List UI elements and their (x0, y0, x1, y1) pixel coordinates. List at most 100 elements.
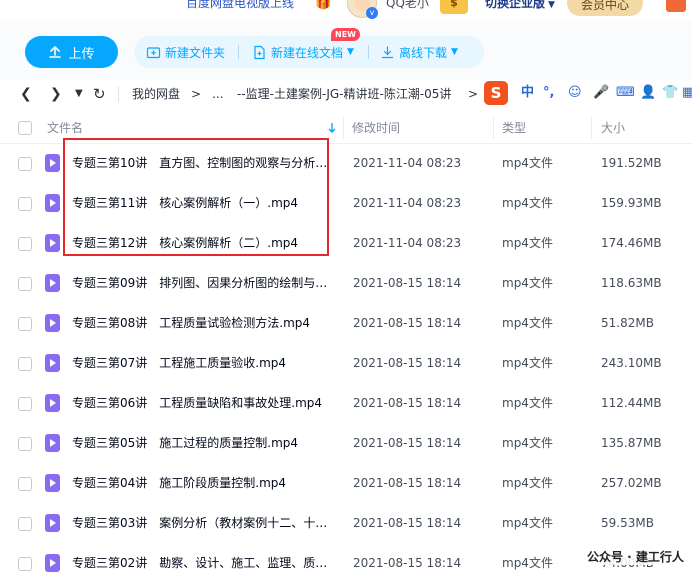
user-icon[interactable]: 👤 (640, 84, 656, 102)
download-icon (381, 45, 394, 58)
keyboard-icon[interactable]: ⌨ (616, 84, 635, 102)
toolbar: 上传 新建文件夹 新建在线文档 ▼ NEW 离线下载 ▼ (0, 20, 692, 80)
row-checkbox[interactable] (18, 357, 32, 371)
gift-box-icon[interactable] (666, 0, 686, 12)
file-type: mp4文件 (502, 236, 553, 250)
table-row[interactable]: 专题三第05讲 施工过程的质量控制.mp4 2021-08-15 18:14 m… (0, 423, 692, 463)
row-checkbox[interactable] (18, 277, 32, 291)
table-row[interactable]: 专题三第03讲 案例分析（教材案例十二、十三）.mp4 2021-08-15 1… (0, 503, 692, 543)
new-online-doc-label: 新建在线文档 (271, 45, 344, 60)
offline-download-label: 离线下载 (399, 45, 448, 60)
new-doc-icon (254, 45, 265, 59)
breadcrumb-ellipsis[interactable]: ... (212, 85, 223, 103)
sogou-logo-icon[interactable]: S (484, 81, 508, 105)
file-size: 112.44MB (601, 396, 662, 410)
file-name[interactable]: 专题三第09讲 排列图、因果分析图的绘制与应用.mp4 (72, 263, 330, 303)
ime-mode-toggle[interactable]: 中 (521, 84, 534, 102)
table-row[interactable]: 专题三第08讲 工程质量试验检测方法.mp4 2021-08-15 18:14 … (0, 303, 692, 343)
column-divider[interactable] (343, 117, 344, 139)
column-header-type[interactable]: 类型 (502, 113, 526, 143)
new-folder-button[interactable]: 新建文件夹 (146, 36, 225, 68)
upload-button[interactable]: 上传 (25, 36, 118, 68)
highlight-box (63, 138, 329, 256)
forward-icon[interactable]: ❯ (50, 84, 62, 104)
switch-enterprise-label: 切换企业版 (485, 0, 546, 10)
file-size: 135.87MB (601, 436, 662, 450)
row-checkbox[interactable] (18, 237, 32, 251)
back-icon[interactable]: ❮ (20, 84, 32, 104)
grid-icon[interactable]: ▦ (682, 84, 692, 102)
upload-icon (49, 46, 62, 58)
chevron-down-icon[interactable]: ▼ (347, 47, 354, 57)
video-file-icon (45, 554, 60, 572)
ime-punctuation-toggle[interactable]: °, (543, 84, 554, 102)
video-file-icon (45, 394, 60, 412)
sort-down-icon[interactable] (328, 122, 336, 134)
coin-icon[interactable]: $ (440, 0, 468, 14)
row-checkbox[interactable] (18, 437, 32, 451)
vip-center-button[interactable]: 会员中心 (567, 0, 643, 16)
file-name[interactable]: 专题三第02讲 勘察、设计、施工、监理、质量.mp4 (72, 543, 330, 583)
file-modified: 2021-08-15 18:14 (353, 556, 462, 570)
file-modified: 2021-08-15 18:14 (353, 276, 462, 290)
promo-link[interactable]: 百度网盘电视版上线 (186, 0, 294, 11)
file-modified: 2021-11-04 08:23 (353, 196, 462, 210)
chevron-down-icon[interactable]: ▼ (451, 47, 458, 57)
breadcrumb-root[interactable]: 我的网盘 (132, 85, 180, 103)
row-checkbox[interactable] (18, 557, 32, 571)
file-name[interactable]: 专题三第06讲 工程质量缺陷和事故处理.mp4 (72, 383, 330, 423)
column-header-size[interactable]: 大小 (601, 113, 625, 143)
offline-download-button[interactable]: 离线下载 ▼ (380, 36, 458, 68)
file-name[interactable]: 专题三第07讲 工程施工质量验收.mp4 (72, 343, 330, 383)
select-all-checkbox[interactable] (18, 121, 32, 135)
row-checkbox[interactable] (18, 397, 32, 411)
gift-icon[interactable]: 🎁 (315, 0, 331, 11)
table-row[interactable]: 专题三第06讲 工程质量缺陷和事故处理.mp4 2021-08-15 18:14… (0, 383, 692, 423)
file-type: mp4文件 (502, 156, 553, 170)
new-badge: NEW (331, 28, 360, 41)
top-strip: 百度网盘电视版上线 🎁 v QQ老小 $ 切换企业版 ▼ 会员中心 (0, 0, 692, 20)
column-divider[interactable] (493, 117, 494, 139)
row-checkbox[interactable] (18, 477, 32, 491)
dropdown-icon[interactable]: ▼ (75, 84, 83, 104)
toolbar-divider (368, 45, 369, 59)
file-name[interactable]: 专题三第08讲 工程质量试验检测方法.mp4 (72, 303, 330, 343)
video-file-icon (45, 194, 60, 212)
file-size: 159.93MB (601, 196, 662, 210)
file-name[interactable]: 专题三第03讲 案例分析（教材案例十二、十三）.mp4 (72, 503, 330, 543)
ime-toolbar: S 中 °, ☺ 🎤 ⌨ 👤 👕 ▦ (480, 80, 692, 108)
file-name[interactable]: 专题三第04讲 施工阶段质量控制.mp4 (72, 463, 330, 503)
file-type: mp4文件 (502, 436, 553, 450)
emoji-icon[interactable]: ☺ (568, 84, 582, 102)
row-checkbox[interactable] (18, 517, 32, 531)
column-header-modified[interactable]: 修改时间 (352, 113, 400, 143)
file-size: 59.53MB (601, 516, 654, 530)
file-modified: 2021-11-04 08:23 (353, 236, 462, 250)
table-row[interactable]: 专题三第07讲 工程施工质量验收.mp4 2021-08-15 18:14 mp… (0, 343, 692, 383)
video-file-icon (45, 274, 60, 292)
breadcrumb-separator: > (468, 87, 479, 101)
video-file-icon (45, 234, 60, 252)
folder-plus-icon (146, 46, 161, 58)
row-checkbox[interactable] (18, 317, 32, 331)
skin-shirt-icon[interactable]: 👕 (662, 84, 678, 102)
file-type: mp4文件 (502, 556, 553, 570)
file-size: 118.63MB (601, 276, 662, 290)
row-checkbox[interactable] (18, 197, 32, 211)
username[interactable]: QQ老小 (386, 0, 429, 11)
file-type: mp4文件 (502, 356, 553, 370)
table-row[interactable]: 专题三第04讲 施工阶段质量控制.mp4 2021-08-15 18:14 mp… (0, 463, 692, 503)
row-checkbox[interactable] (18, 157, 32, 171)
nav-divider (118, 86, 119, 102)
chevron-down-icon: ▼ (548, 0, 555, 10)
table-row[interactable]: 专题三第09讲 排列图、因果分析图的绘制与应用.mp4 2021-08-15 1… (0, 263, 692, 303)
file-name[interactable]: 专题三第05讲 施工过程的质量控制.mp4 (72, 423, 330, 463)
file-modified: 2021-08-15 18:14 (353, 436, 462, 450)
column-divider[interactable] (591, 117, 592, 139)
file-type: mp4文件 (502, 396, 553, 410)
switch-enterprise-link[interactable]: 切换企业版 ▼ (485, 0, 555, 11)
file-modified: 2021-08-15 18:14 (353, 316, 462, 330)
refresh-icon[interactable]: ↻ (93, 84, 106, 104)
microphone-icon[interactable]: 🎤 (593, 84, 609, 102)
file-type: mp4文件 (502, 196, 553, 210)
